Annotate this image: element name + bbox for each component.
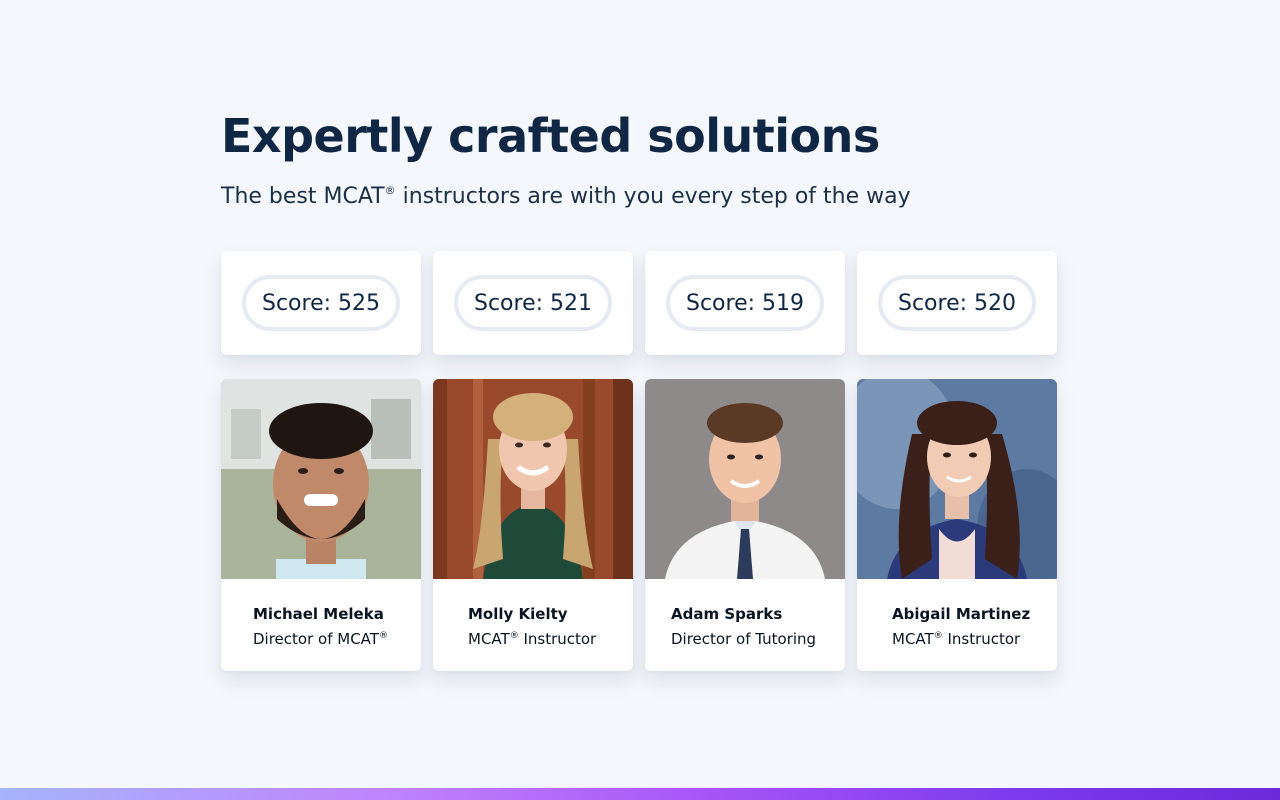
instructor-photo bbox=[857, 379, 1057, 579]
role-text: MCAT bbox=[468, 630, 510, 648]
role-text-end: Instructor bbox=[518, 630, 597, 648]
score-card: Score: 520 bbox=[857, 251, 1057, 355]
score-row: Score: 525 Score: 521 Score: 519 Score: … bbox=[221, 251, 1057, 355]
score-card: Score: 519 bbox=[645, 251, 845, 355]
instructor-role: Director of MCAT® bbox=[253, 625, 421, 650]
instructor-photo bbox=[433, 379, 633, 579]
instructor-photo bbox=[221, 379, 421, 579]
instructor-row: Michael Meleka Director of MCAT® Molly K… bbox=[221, 379, 1057, 671]
instructor-role: MCAT® Instructor bbox=[468, 625, 633, 650]
instructor-name: Michael Meleka bbox=[253, 605, 384, 623]
role-text: Director of Tutoring bbox=[671, 630, 817, 648]
section-title: Expertly crafted solutions bbox=[221, 109, 880, 163]
registered-mark: ® bbox=[378, 631, 388, 641]
role-text-end: Instructor bbox=[942, 630, 1021, 648]
instructor-info: Adam Sparks Director of Tutoring bbox=[645, 579, 845, 650]
role-text: MCAT bbox=[892, 630, 934, 648]
instructor-info: Molly Kielty MCAT® Instructor bbox=[433, 579, 633, 650]
gradient-bar bbox=[0, 788, 1280, 800]
instructor-name: Adam Sparks bbox=[671, 605, 783, 623]
subtitle-text-start: The best MCAT bbox=[221, 184, 385, 209]
score-pill: Score: 520 bbox=[877, 275, 1036, 331]
instructor-card: Michael Meleka Director of MCAT® bbox=[221, 379, 421, 671]
instructor-card: Abigail Martinez MCAT® Instructor bbox=[857, 379, 1057, 671]
score-pill: Score: 519 bbox=[665, 275, 824, 331]
section-subtitle: The best MCAT® instructors are with you … bbox=[221, 176, 1057, 212]
instructor-role: MCAT® Instructor bbox=[892, 625, 1057, 650]
instructor-card: Molly Kielty MCAT® Instructor bbox=[433, 379, 633, 671]
score-card: Score: 521 bbox=[433, 251, 633, 355]
instructor-card: Adam Sparks Director of Tutoring bbox=[645, 379, 845, 671]
subtitle-text-end: instructors are with you every step of t… bbox=[395, 184, 911, 209]
instructor-role: Director of Tutoring bbox=[671, 625, 845, 650]
instructors-section: Expertly crafted solutions The best MCAT… bbox=[221, 108, 1057, 671]
score-card: Score: 525 bbox=[221, 251, 421, 355]
instructor-name: Abigail Martinez bbox=[892, 605, 1031, 623]
registered-mark: ® bbox=[933, 631, 943, 641]
score-pill: Score: 525 bbox=[241, 275, 400, 331]
instructor-photo bbox=[645, 379, 845, 579]
instructor-info: Michael Meleka Director of MCAT® bbox=[221, 579, 421, 650]
instructor-info: Abigail Martinez MCAT® Instructor bbox=[857, 579, 1057, 650]
instructor-name: Molly Kielty bbox=[468, 605, 568, 623]
role-text: Director of MCAT bbox=[253, 630, 379, 648]
score-pill: Score: 521 bbox=[453, 275, 612, 331]
registered-mark: ® bbox=[384, 184, 396, 197]
registered-mark: ® bbox=[509, 631, 519, 641]
